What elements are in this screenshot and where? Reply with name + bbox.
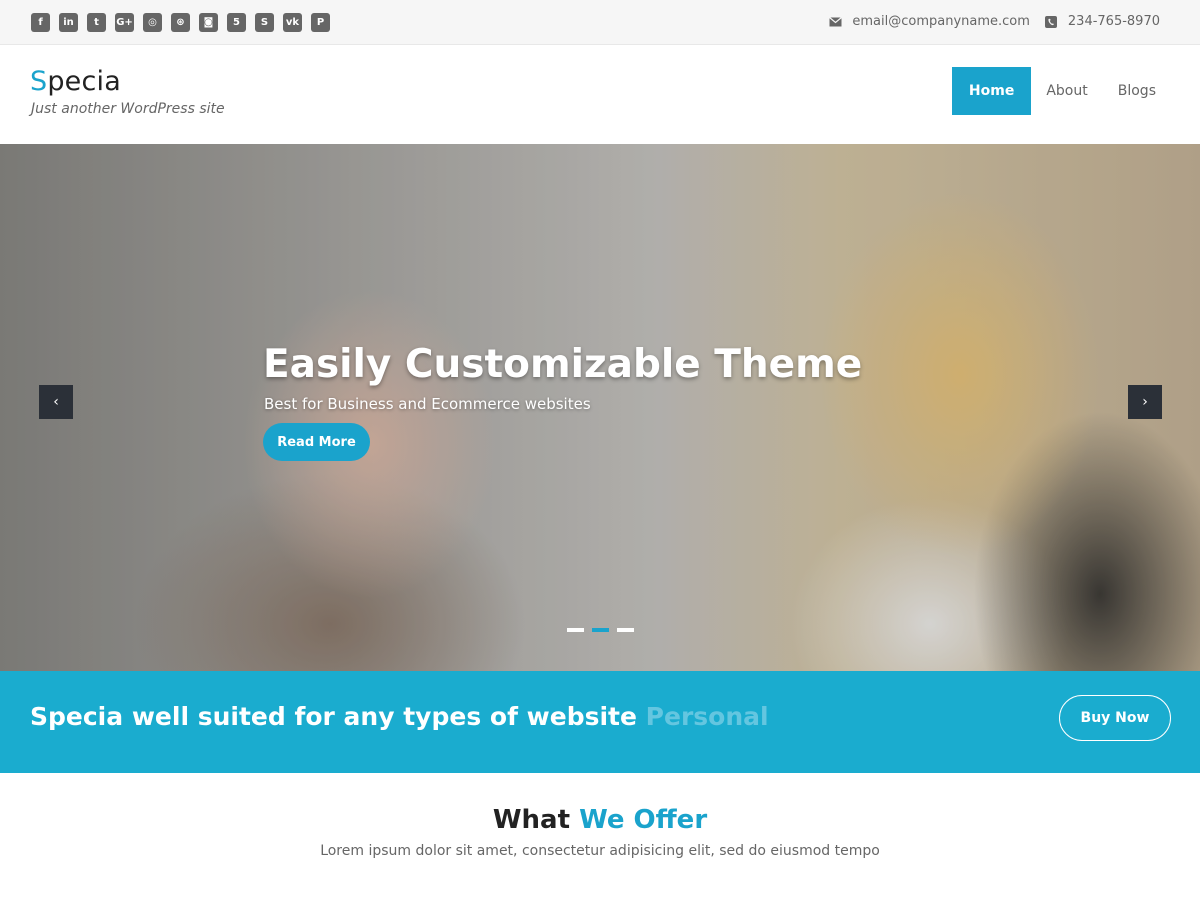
html5-icon[interactable]: 5 bbox=[227, 13, 246, 32]
read-more-button[interactable]: Read More bbox=[263, 423, 370, 461]
linkedin-icon[interactable]: in bbox=[59, 13, 78, 32]
email-contact[interactable]: email@companyname.com bbox=[829, 14, 1030, 29]
logo-initial: S bbox=[30, 66, 48, 97]
main-nav: Home About Blogs bbox=[951, 67, 1171, 115]
section-title-plain: What bbox=[492, 805, 580, 835]
twitter-icon[interactable]: t bbox=[87, 13, 106, 32]
email-text: email@companyname.com bbox=[852, 14, 1030, 29]
logo-text: pecia bbox=[47, 66, 121, 97]
slide-indicators bbox=[567, 628, 634, 632]
slide-indicator-1[interactable] bbox=[567, 628, 584, 632]
hero-title: Easily Customizable Theme bbox=[263, 342, 863, 387]
site-tagline: Just another WordPress site bbox=[31, 101, 225, 117]
instagram-icon[interactable]: ◎ bbox=[143, 13, 162, 32]
callout-highlight: Personal bbox=[645, 702, 769, 731]
nav-item-blogs[interactable]: Blogs bbox=[1103, 67, 1171, 115]
nav-item-about[interactable]: About bbox=[1031, 67, 1102, 115]
site-logo[interactable]: Specia bbox=[30, 66, 121, 97]
chevron-right-icon: › bbox=[1142, 394, 1148, 410]
social-links: f in t G+ ◎ ⊛ ◙ 5 S vk P bbox=[31, 13, 330, 32]
google-plus-icon[interactable]: G+ bbox=[115, 13, 134, 32]
envelope-icon bbox=[829, 15, 843, 28]
chevron-left-icon: ‹ bbox=[53, 394, 59, 410]
pinterest-icon[interactable]: P bbox=[311, 13, 330, 32]
skype-icon[interactable]: S bbox=[255, 13, 274, 32]
hero-overlay bbox=[0, 144, 1200, 671]
callout-banner: Specia well suited for any types of webs… bbox=[0, 671, 1200, 773]
github-icon[interactable]: ◙ bbox=[199, 13, 218, 32]
site-header: Specia Just another WordPress site Home … bbox=[0, 45, 1200, 144]
dribbble-icon[interactable]: ⊛ bbox=[171, 13, 190, 32]
phone-icon bbox=[1045, 15, 1058, 28]
facebook-icon[interactable]: f bbox=[31, 13, 50, 32]
hero-subtitle: Best for Business and Ecommerce websites bbox=[264, 395, 591, 413]
phone-text: 234-765-8970 bbox=[1067, 14, 1160, 29]
slide-indicator-2[interactable] bbox=[592, 628, 609, 632]
next-slide-button[interactable]: › bbox=[1128, 385, 1162, 419]
callout-text: Specia well suited for any types of webs… bbox=[30, 702, 769, 731]
prev-slide-button[interactable]: ‹ bbox=[39, 385, 73, 419]
vk-icon[interactable]: vk bbox=[283, 13, 302, 32]
callout-main-text: Specia well suited for any types of webs… bbox=[30, 702, 646, 731]
buy-now-button[interactable]: Buy Now bbox=[1059, 695, 1171, 741]
section-title-accent: We Offer bbox=[579, 805, 708, 835]
phone-contact[interactable]: 234-765-8970 bbox=[1045, 14, 1160, 29]
top-bar: f in t G+ ◎ ⊛ ◙ 5 S vk P email@companyna… bbox=[0, 0, 1200, 45]
contact-info: email@companyname.com 234-765-8970 bbox=[829, 14, 1160, 29]
section-subtitle: Lorem ipsum dolor sit amet, consectetur … bbox=[320, 843, 880, 859]
section-title: What We Offer bbox=[0, 805, 1200, 835]
slide-indicator-3[interactable] bbox=[617, 628, 634, 632]
nav-item-home[interactable]: Home bbox=[951, 67, 1032, 115]
hero-slider: Easily Customizable Theme Best for Busin… bbox=[0, 144, 1200, 671]
